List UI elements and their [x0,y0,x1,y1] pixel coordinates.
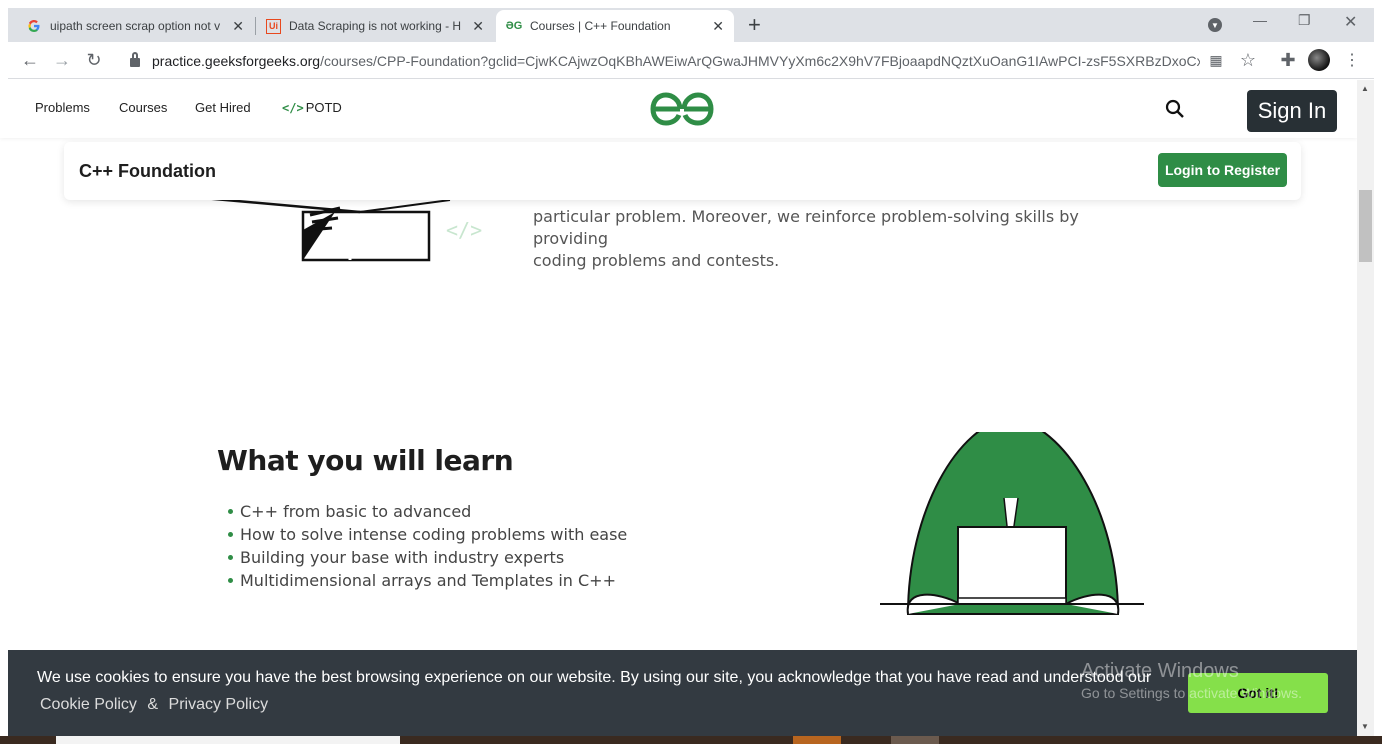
list-item-text: Building your base with industry experts [240,548,565,567]
svg-text:</>: </> [446,218,482,242]
restore-icon[interactable]: ❐ [1298,12,1311,29]
forward-arrow-icon[interactable]: → [50,48,74,72]
cookie-banner: We use cookies to ensure you have the be… [8,650,1357,736]
nav-courses[interactable]: Courses [119,100,167,115]
nav-get-hired[interactable]: Get Hired [195,100,251,115]
gfg-icon: ƏG [505,20,523,32]
search-icon[interactable] [1164,98,1186,125]
site-header: Problems Courses Get Hired </> POTD Sign … [0,80,1357,138]
address-bar[interactable]: practice.geeksforgeeks.org /courses/CPP-… [118,46,1268,75]
code-icon: </> [282,101,304,115]
list-item: How to solve intense coding problems wit… [228,523,627,546]
qr-code-icon[interactable]: ▦ [1204,48,1228,72]
web-page: Problems Courses Get Hired </> POTD Sign … [0,80,1357,744]
course-sticky-bar: C++ Foundation Login to Register [64,142,1301,200]
close-icon[interactable]: ✕ [232,18,244,35]
nav-problems[interactable]: Problems [35,100,90,115]
learn-section-title: What you will learn [217,444,514,477]
window-close-icon[interactable]: ✕ [1344,12,1357,32]
kebab-menu-icon[interactable]: ⋮ [1340,48,1364,72]
lock-icon [130,52,140,67]
bookmark-star-icon[interactable]: ☆ [1236,48,1260,72]
nav-potd-label: POTD [305,100,342,115]
google-g-icon [26,18,42,34]
windows-taskbar [0,736,1382,744]
bullet-icon [228,555,233,560]
privacy-policy-link[interactable]: Privacy Policy [169,696,269,713]
tab-search-icon[interactable]: ▼ [1208,18,1222,32]
learner-illustration: ƏG [878,416,1148,675]
close-icon[interactable]: ✕ [712,18,724,35]
activate-windows-subtext: Go to Settings to activate Windows. [1081,685,1302,701]
list-item: Multidimensional arrays and Templates in… [228,569,627,592]
url-host: practice.geeksforgeeks.org [152,52,321,69]
bullet-icon [228,578,233,583]
browser-tab-cpp-foundation[interactable]: ƏG Courses | C++ Foundation ✕ [496,10,734,42]
learn-list: C++ from basic to advanced How to solve … [228,500,627,592]
sign-in-button[interactable]: Sign In [1247,90,1337,132]
uipath-icon: Ui [266,18,281,34]
intro-line: coding problems and contests. [533,251,780,270]
intro-illustration: </> [200,190,500,270]
browser-tab-uipath-question[interactable]: uipath screen scrap option not v ✕ [16,10,254,42]
taskbar-app-button[interactable] [891,736,939,744]
browser-tab-bar: uipath screen scrap option not v ✕ Ui Da… [8,8,1374,42]
tab-title: Courses | C++ Foundation [530,19,671,33]
tab-title: Data Scraping is not working - H [289,19,462,33]
course-intro-text: particular problem. Moreover, we reinfor… [533,206,1133,272]
tab-title: uipath screen scrap option not v [50,19,221,33]
scroll-up-arrow-icon[interactable]: ▲ [1361,84,1369,93]
taskbar-search-box[interactable] [56,736,400,744]
reload-icon[interactable]: ↻ [82,48,106,72]
scroll-down-arrow-icon[interactable]: ▼ [1361,722,1369,731]
cookie-links: Cookie Policy & Privacy Policy [40,696,274,714]
taskbar-app-button[interactable] [793,736,841,744]
browser-toolbar: ← → ↻ practice.geeksforgeeks.org /course… [8,42,1374,79]
activate-windows-watermark: Activate Windows [1081,660,1239,682]
list-item: Building your base with industry experts [228,546,627,569]
nav-potd[interactable]: </> POTD [282,100,342,115]
cookie-policy-link[interactable]: Cookie Policy [40,696,137,713]
profile-avatar[interactable] [1308,49,1330,71]
close-icon[interactable]: ✕ [472,18,484,35]
minimize-icon[interactable]: — [1253,12,1267,28]
intro-line: particular problem. Moreover, we reinfor… [533,207,1079,248]
gfg-logo[interactable] [650,90,714,133]
extensions-puzzle-icon[interactable]: ✚ [1276,48,1300,72]
list-item-text: How to solve intense coding problems wit… [240,525,628,544]
back-arrow-icon[interactable]: ← [18,48,42,72]
browser-tab-data-scraping[interactable]: Ui Data Scraping is not working - H ✕ [256,10,494,42]
link-separator: & [147,696,159,713]
bullet-icon [228,509,233,514]
login-to-register-button[interactable]: Login to Register [1158,153,1287,187]
new-tab-plus-icon[interactable]: + [748,14,761,36]
scrollbar-thumb[interactable] [1359,190,1372,262]
cookie-message: We use cookies to ensure you have the be… [37,669,1152,686]
url-path: /courses/CPP-Foundation?gclid=CjwKCAjwzO… [320,52,1201,69]
list-item: C++ from basic to advanced [228,500,627,523]
list-item-text: C++ from basic to advanced [240,502,472,521]
page-scrollbar[interactable]: ▲ ▼ [1357,80,1374,736]
list-item-text: Multidimensional arrays and Templates in… [240,571,616,590]
bullet-icon [228,532,233,537]
course-title: C++ Foundation [79,161,216,181]
